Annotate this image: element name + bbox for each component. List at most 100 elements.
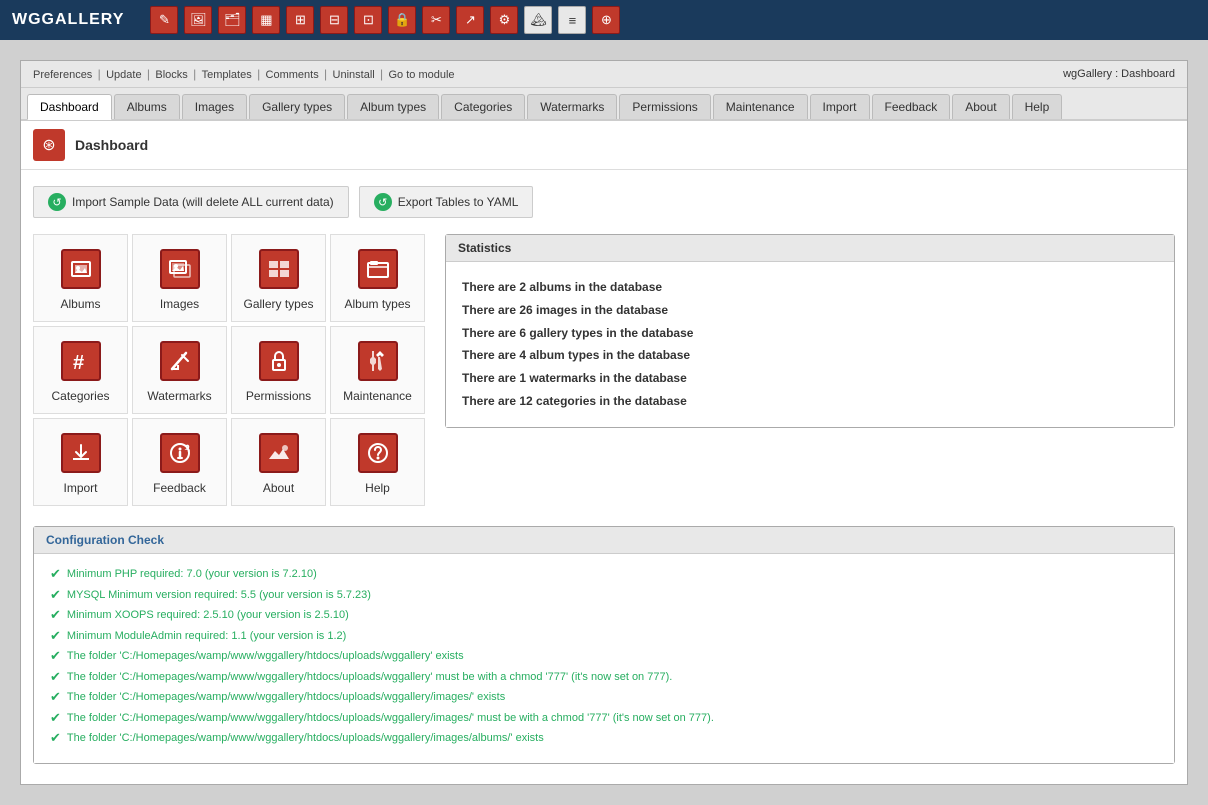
- config-text-5: The folder 'C:/Homepages/wamp/www/wggall…: [67, 648, 464, 665]
- icon-cell-images[interactable]: Images: [132, 234, 227, 322]
- icon-cell-maintenance[interactable]: Maintenance: [330, 326, 425, 414]
- breadcrumb: wgGallery : Dashboard: [1063, 68, 1175, 80]
- config-line-5: ✔ The folder 'C:/Homepages/wamp/www/wgga…: [50, 648, 1158, 665]
- icons-grid: Albums Images: [33, 234, 425, 506]
- statistics-title: Statistics: [446, 235, 1174, 262]
- icon-cell-feedback[interactable]: Feedback: [132, 418, 227, 506]
- config-line-6: ✔ The folder 'C:/Homepages/wamp/www/wgga…: [50, 669, 1158, 686]
- tab-help[interactable]: Help: [1012, 94, 1063, 119]
- page-title: Dashboard: [75, 137, 148, 153]
- import-icon: [61, 433, 101, 473]
- config-check-title: Configuration Check: [34, 527, 1174, 554]
- albums-label: Albums: [60, 297, 100, 311]
- export-yaml-button[interactable]: ↺ Export Tables to YAML: [359, 186, 534, 218]
- maintenance-icon: [358, 341, 398, 381]
- config-text-7: The folder 'C:/Homepages/wamp/www/wggall…: [67, 689, 505, 706]
- config-text-3: Minimum XOOPS required: 2.5.10 (your ver…: [67, 607, 349, 624]
- config-text-4: Minimum ModuleAdmin required: 1.1 (your …: [67, 628, 346, 645]
- tab-images[interactable]: Images: [182, 94, 247, 119]
- watermarks-label: Watermarks: [147, 389, 211, 403]
- stat-line-2: There are 26 images in the database: [462, 299, 1158, 322]
- feedback-icon[interactable]: ⚙: [490, 6, 518, 34]
- go-to-module-link[interactable]: Go to module: [389, 69, 455, 81]
- arrow-icon[interactable]: ↗: [456, 6, 484, 34]
- stat-line-3: There are 6 gallery types in the databas…: [462, 322, 1158, 345]
- icon-cell-album-types[interactable]: Album types: [330, 234, 425, 322]
- tab-feedback[interactable]: Feedback: [872, 94, 951, 119]
- check-icon-9: ✔: [50, 730, 61, 746]
- import-sample-icon: ↺: [48, 193, 66, 211]
- albums-icon: [61, 249, 101, 289]
- config-text-6: The folder 'C:/Homepages/wamp/www/wggall…: [67, 669, 672, 686]
- watermarks-icon: [160, 341, 200, 381]
- lock-icon[interactable]: 🔒: [388, 6, 416, 34]
- landscape-icon[interactable]: 🏔: [524, 6, 552, 34]
- icon-cell-gallery-types[interactable]: Gallery types: [231, 234, 326, 322]
- feedback-grid-icon: [160, 433, 200, 473]
- comments-link[interactable]: Comments: [266, 69, 319, 81]
- preferences-link[interactable]: Preferences: [33, 69, 92, 81]
- svg-text:#: #: [73, 352, 84, 373]
- check-icon-3: ✔: [50, 607, 61, 623]
- album-types-icon: [358, 249, 398, 289]
- icon-cell-categories[interactable]: # Categories: [33, 326, 128, 414]
- categories-label: Categories: [51, 389, 109, 403]
- gallery-types-label: Gallery types: [243, 297, 313, 311]
- config-line-7: ✔ The folder 'C:/Homepages/wamp/www/wgga…: [50, 689, 1158, 706]
- icon-cell-help[interactable]: Help: [330, 418, 425, 506]
- config-line-2: ✔ MYSQL Minimum version required: 5.5 (y…: [50, 587, 1158, 604]
- blocks-link[interactable]: Blocks: [155, 69, 187, 81]
- config-check-section: Configuration Check ✔ Minimum PHP requir…: [33, 526, 1175, 764]
- icon-cell-albums[interactable]: Albums: [33, 234, 128, 322]
- tab-about[interactable]: About: [952, 94, 1009, 119]
- check-icon-4: ✔: [50, 628, 61, 644]
- tab-maintenance[interactable]: Maintenance: [713, 94, 808, 119]
- help-topbar-icon[interactable]: ⊕: [592, 6, 620, 34]
- update-link[interactable]: Update: [106, 69, 141, 81]
- gallery1-icon[interactable]: ▦: [252, 6, 280, 34]
- icon-cell-about[interactable]: About: [231, 418, 326, 506]
- chart-icon[interactable]: ≡: [558, 6, 586, 34]
- check-icon-2: ✔: [50, 587, 61, 603]
- tab-watermarks[interactable]: Watermarks: [527, 94, 617, 119]
- config-line-9: ✔ The folder 'C:/Homepages/wamp/www/wgga…: [50, 730, 1158, 747]
- tab-categories[interactable]: Categories: [441, 94, 525, 119]
- tools-icon[interactable]: ✂: [422, 6, 450, 34]
- image1-icon[interactable]: 🖼: [184, 6, 212, 34]
- gallery2-icon[interactable]: ⊞: [286, 6, 314, 34]
- image2-icon[interactable]: 🗂: [218, 6, 246, 34]
- tab-dashboard[interactable]: Dashboard: [27, 94, 112, 120]
- icon-cell-import[interactable]: Import: [33, 418, 128, 506]
- templates-link[interactable]: Templates: [202, 69, 252, 81]
- tab-albums[interactable]: Albums: [114, 94, 180, 119]
- admin-links-list: Preferences | Update | Blocks | Template…: [33, 67, 455, 81]
- config-line-3: ✔ Minimum XOOPS required: 2.5.10 (your v…: [50, 607, 1158, 624]
- main-wrapper: Preferences | Update | Blocks | Template…: [20, 60, 1188, 785]
- uninstall-link[interactable]: Uninstall: [333, 69, 375, 81]
- icon-cell-watermarks[interactable]: Watermarks: [132, 326, 227, 414]
- stat-line-5: There are 1 watermarks in the database: [462, 367, 1158, 390]
- tab-album-types[interactable]: Album types: [347, 94, 439, 119]
- config-text-2: MYSQL Minimum version required: 5.5 (you…: [67, 587, 371, 604]
- check-icon-1: ✔: [50, 566, 61, 582]
- page-header: ⊛ Dashboard: [21, 121, 1187, 170]
- check-icon-7: ✔: [50, 689, 61, 705]
- statistics-content: There are 2 albums in the database There…: [446, 262, 1174, 427]
- statistics-section: Statistics There are 2 albums in the dat…: [445, 234, 1175, 506]
- tab-gallery-types[interactable]: Gallery types: [249, 94, 345, 119]
- album2-icon[interactable]: ⊡: [354, 6, 382, 34]
- gallery-types-icon: [259, 249, 299, 289]
- config-check-content: ✔ Minimum PHP required: 7.0 (your versio…: [34, 554, 1174, 763]
- icon-cell-permissions[interactable]: Permissions: [231, 326, 326, 414]
- edit-icon[interactable]: ✎: [150, 6, 178, 34]
- permissions-label: Permissions: [246, 389, 311, 403]
- export-yaml-icon: ↺: [374, 193, 392, 211]
- tab-permissions[interactable]: Permissions: [619, 94, 710, 119]
- check-icon-5: ✔: [50, 648, 61, 664]
- tab-import[interactable]: Import: [810, 94, 870, 119]
- album1-icon[interactable]: ⊟: [320, 6, 348, 34]
- help-icon: [358, 433, 398, 473]
- import-sample-button[interactable]: ↺ Import Sample Data (will delete ALL cu…: [33, 186, 349, 218]
- topbar: WGGALLERY ✎ 🖼 🗂 ▦ ⊞ ⊟ ⊡ 🔒 ✂ ↗ ⚙ 🏔 ≡ ⊕: [0, 0, 1208, 40]
- config-text-8: The folder 'C:/Homepages/wamp/www/wggall…: [67, 710, 714, 727]
